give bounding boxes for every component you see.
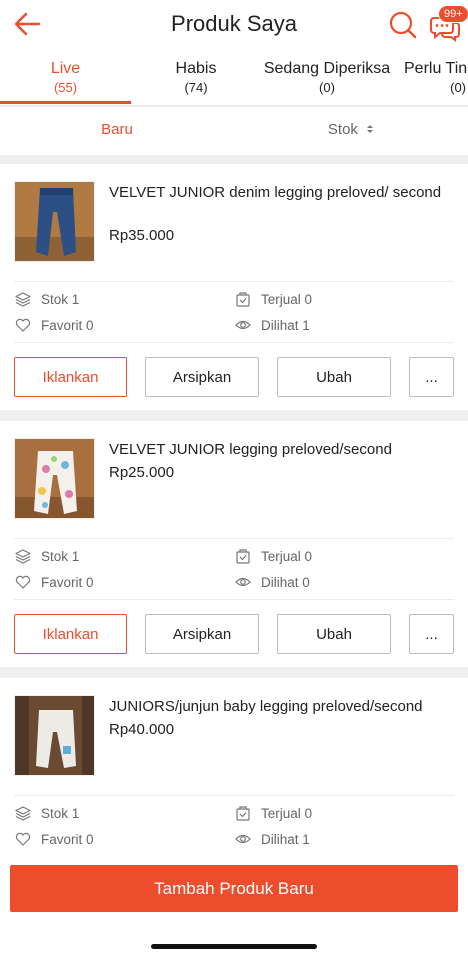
app-header: Produk Saya 99+ (0, 0, 468, 52)
iklankan-button[interactable]: Iklankan (14, 614, 127, 654)
heart-icon (15, 318, 31, 332)
tab-live-label: Live (50, 60, 81, 77)
stat-terjual-text: Terjual 0 (261, 548, 313, 564)
stat-terjual-text: Terjual 0 (261, 805, 313, 821)
stat-stok: Stok 1 (15, 548, 79, 564)
arsipkan-button[interactable]: Arsipkan (145, 357, 259, 397)
tab-live-count: (55) (53, 80, 78, 95)
sold-box-icon (236, 806, 250, 821)
stat-stok-text: Stok 1 (41, 548, 80, 564)
tab-live[interactable]: Live (55) (0, 60, 131, 95)
stat-dilihat: Dilihat 1 (235, 317, 310, 333)
stat-favorit: Favorit 0 (15, 831, 94, 847)
tab-perlu-tindakan-label: Perlu Tin (404, 60, 468, 77)
layers-icon (15, 549, 31, 564)
more-options-button[interactable]: ... (409, 614, 454, 654)
stat-stok: Stok 1 (15, 805, 79, 821)
sort-arrows-icon (367, 125, 374, 133)
stat-dilihat: Dilihat 1 (235, 831, 310, 847)
stat-stok-text: Stok 1 (41, 291, 80, 307)
stat-stok-text: Stok 1 (41, 805, 80, 821)
tab-habis[interactable]: Habis (74) (131, 60, 261, 95)
tab-sedang-diperiksa-count: (0) (319, 80, 335, 95)
sort-stok[interactable]: Stok (234, 121, 468, 138)
eye-icon (235, 320, 251, 330)
stat-dilihat-text: Dilihat 1 (261, 317, 310, 333)
active-tab-indicator (0, 101, 131, 104)
layers-icon (15, 806, 31, 821)
search-button[interactable] (388, 10, 418, 40)
denim-legging-photo (15, 182, 94, 261)
product-card: JUNIORS/junjun baby legging preloved/sec… (0, 678, 468, 878)
search-icon (389, 11, 417, 39)
stat-favorit: Favorit 0 (15, 574, 94, 590)
stat-favorit-text: Favorit 0 (41, 317, 94, 333)
tab-sedang-diperiksa[interactable]: Sedang Diperiksa (0) (261, 60, 393, 95)
add-product-button[interactable]: Tambah Produk Baru (10, 865, 458, 912)
more-options-button[interactable]: ... (409, 357, 454, 397)
stat-terjual: Terjual 0 (235, 805, 312, 821)
ubah-button[interactable]: Ubah (277, 614, 391, 654)
product-card: VELVET JUNIOR legging preloved/second Rp… (0, 421, 468, 667)
divider (14, 795, 454, 796)
stat-terjual-text: Terjual 0 (261, 291, 313, 307)
product-thumbnail[interactable] (14, 438, 95, 519)
product-price: Rp40.000 (109, 721, 175, 738)
stat-favorit: Favorit 0 (15, 317, 94, 333)
heart-icon (15, 832, 31, 846)
white-legging-photo (15, 696, 94, 775)
product-card: VELVET JUNIOR denim legging preloved/ se… (0, 164, 468, 410)
stat-dilihat: Dilihat 0 (235, 574, 310, 590)
tab-perlu-tindakan-count: (0) (450, 80, 466, 95)
stat-terjual: Terjual 0 (235, 291, 312, 307)
eye-icon (235, 577, 251, 587)
sort-bar: Baru Stok (0, 107, 468, 155)
sort-baru[interactable]: Baru (0, 121, 234, 138)
chat-badge: 99+ (438, 5, 468, 23)
product-price: Rp35.000 (109, 227, 175, 244)
stat-dilihat-text: Dilihat 1 (261, 831, 310, 847)
arsipkan-button[interactable]: Arsipkan (145, 614, 259, 654)
bottom-action-bar: Tambah Produk Baru (0, 855, 468, 960)
iklankan-button[interactable]: Iklankan (14, 357, 127, 397)
stat-favorit-text: Favorit 0 (41, 831, 94, 847)
stat-favorit-text: Favorit 0 (41, 574, 94, 590)
tab-habis-count: (74) (184, 80, 208, 95)
product-name[interactable]: JUNIORS/junjun baby legging preloved/sec… (109, 696, 449, 717)
sold-box-icon (236, 292, 250, 307)
sort-stok-label: Stok (327, 121, 358, 138)
ubah-button[interactable]: Ubah (277, 357, 391, 397)
eye-icon (235, 834, 251, 844)
stat-dilihat-text: Dilihat 0 (261, 574, 310, 590)
product-price: Rp25.000 (109, 464, 175, 481)
tab-perlu-tindakan[interactable]: Perlu Tin (0) (404, 60, 468, 95)
sold-box-icon (236, 549, 250, 564)
product-thumbnail[interactable] (14, 695, 95, 776)
product-thumbnail[interactable] (14, 181, 95, 262)
tab-sedang-diperiksa-label: Sedang Diperiksa (263, 60, 391, 77)
product-name[interactable]: VELVET JUNIOR legging preloved/second (109, 439, 449, 460)
status-tabs: Live (55) Habis (74) Sedang Diperiksa (0… (0, 52, 468, 106)
divider (14, 599, 454, 600)
printed-legging-photo (15, 439, 94, 518)
divider (14, 538, 454, 539)
divider (14, 342, 454, 343)
layers-icon (15, 292, 31, 307)
heart-icon (15, 575, 31, 589)
tab-habis-label: Habis (175, 60, 217, 77)
stat-terjual: Terjual 0 (235, 548, 312, 564)
product-name[interactable]: VELVET JUNIOR denim legging preloved/ se… (109, 182, 449, 203)
stat-stok: Stok 1 (15, 291, 79, 307)
divider (14, 281, 454, 282)
home-indicator (151, 944, 317, 949)
